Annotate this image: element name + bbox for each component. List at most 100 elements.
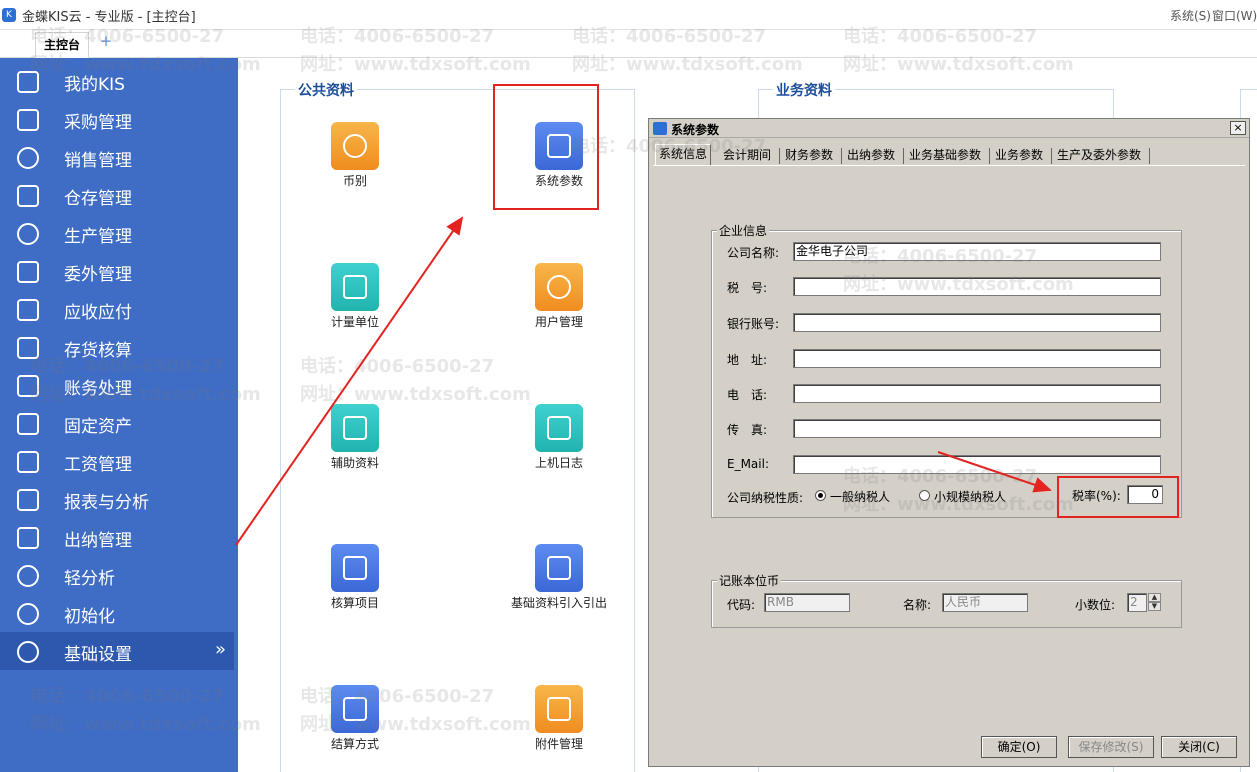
highlight-system-params: [493, 84, 599, 210]
spin-down-icon[interactable]: ▼: [1148, 602, 1161, 611]
tile-aux-data[interactable]: 辅助资料: [300, 404, 410, 484]
chart-icon: [17, 489, 39, 511]
address-field[interactable]: [793, 349, 1161, 368]
clipboard-gear-icon: [535, 544, 583, 592]
sidebar-item-production[interactable]: 生产管理: [0, 214, 234, 252]
expand-icon[interactable]: »: [215, 639, 226, 660]
title-bar: K 金蝶KIS云 - 专业版 - [主控台] 系统(S) 窗口(W): [0, 0, 1257, 30]
sidebar-item-purchase[interactable]: 采购管理: [0, 100, 234, 138]
general-taxpayer-radio[interactable]: [815, 490, 826, 501]
currency-name-field: 人民币: [942, 593, 1028, 612]
sidebar-item-my-kis[interactable]: 我的KIS: [0, 62, 234, 100]
menu-system[interactable]: 系统(S): [1170, 7, 1211, 24]
building-icon: [17, 413, 39, 435]
currency-code-label: 代码:: [727, 598, 756, 612]
close-button[interactable]: 关闭(C): [1161, 736, 1237, 758]
fax-label: 传 真:: [727, 423, 768, 437]
tab-system-info[interactable]: 系统信息: [655, 144, 712, 166]
email-field[interactable]: [793, 455, 1161, 474]
tab-main-console[interactable]: 主控台: [35, 32, 89, 58]
book-star-icon: [331, 404, 379, 452]
sidebar-item-label: 工资管理: [64, 455, 132, 475]
search-house-icon: [17, 337, 39, 359]
tile-currency[interactable]: 币别: [300, 122, 410, 202]
sidebar-item-fixed-assets[interactable]: 固定资产: [0, 404, 234, 442]
company-name-field[interactable]: 金华电子公司: [793, 242, 1161, 261]
menu-window[interactable]: 窗口(W): [1212, 7, 1257, 24]
tile-user-management[interactable]: 用户管理: [504, 263, 614, 343]
highlight-tax-rate: [1057, 476, 1179, 518]
system-params-dialog: 系统参数 × 系统信息 会计期间 财务参数 出纳参数 业务基础参数 业务参数 生…: [648, 118, 1250, 767]
sidebar-item-payroll[interactable]: 工资管理: [0, 442, 234, 480]
tab-separator: [841, 148, 842, 164]
tab-separator: [903, 148, 904, 164]
sidebar-item-receivable-payable[interactable]: 应收应付: [0, 290, 234, 328]
tab-business-params[interactable]: 业务参数: [995, 146, 1043, 165]
sidebar-item-label: 存货核算: [64, 341, 132, 361]
decimals-field: 2: [1127, 593, 1147, 612]
dialog-titlebar[interactable]: 系统参数 ×: [649, 119, 1249, 138]
sidebar-item-label: 生产管理: [64, 227, 132, 247]
tile-import-export[interactable]: 基础资料引入引出: [504, 544, 614, 624]
bank-account-field[interactable]: [793, 313, 1161, 332]
small-taxpayer-radio[interactable]: [919, 490, 930, 501]
sidebar-item-outsourcing[interactable]: 委外管理: [0, 252, 234, 290]
address-label: 地 址:: [727, 353, 768, 367]
add-tab-icon[interactable]: +: [99, 34, 113, 49]
sidebar-item-sales[interactable]: 销售管理: [0, 138, 234, 176]
close-icon[interactable]: ×: [1230, 121, 1246, 135]
sidebar-item-accounting[interactable]: 账务处理: [0, 366, 234, 404]
sidebar-item-reports[interactable]: 报表与分析: [0, 480, 234, 518]
sidebar-item-label: 销售管理: [64, 151, 132, 171]
document-icon: [535, 404, 583, 452]
tax-number-field[interactable]: [793, 277, 1161, 296]
analysis-icon: [17, 565, 39, 587]
tile-attachments[interactable]: 附件管理: [504, 685, 614, 765]
sidebar-item-label: 初始化: [64, 607, 115, 627]
tile-settlement[interactable]: 结算方式: [300, 685, 410, 765]
sidebar-item-warehouse[interactable]: 仓存管理: [0, 176, 234, 214]
sidebar-item-label: 轻分析: [64, 569, 115, 589]
spin-up-icon[interactable]: ▲: [1148, 593, 1161, 602]
general-taxpayer-label: 一般纳税人: [830, 490, 891, 504]
production-icon: [17, 223, 39, 245]
sidebar-item-cashier[interactable]: 出纳管理: [0, 518, 234, 556]
base-currency-title: 记账本位币: [717, 572, 782, 589]
dialog-title: 系统参数: [671, 123, 720, 137]
phone-label: 电 话:: [727, 388, 768, 402]
tile-login-log[interactable]: 上机日志: [504, 404, 614, 484]
sidebar-item-label: 报表与分析: [64, 493, 149, 513]
tile-units[interactable]: 计量单位: [300, 263, 410, 343]
tab-finance-params[interactable]: 财务参数: [785, 146, 833, 165]
tab-separator: [989, 148, 990, 164]
tile-accounting-items[interactable]: 核算项目: [300, 544, 410, 624]
target-icon: [17, 603, 39, 625]
taxpayer-type-label: 公司纳税性质:: [727, 491, 804, 505]
app-logo-icon: K: [2, 8, 16, 22]
phone-field[interactable]: [793, 384, 1161, 403]
sidebar-item-initialization[interactable]: 初始化: [0, 594, 234, 632]
decimals-label: 小数位:: [1075, 598, 1116, 612]
sidebar-item-label: 采购管理: [64, 113, 132, 133]
sidebar-item-basic-settings[interactable]: 基础设置 »: [0, 632, 234, 670]
fax-field[interactable]: [793, 419, 1161, 438]
tab-accounting-period[interactable]: 会计期间: [723, 146, 771, 165]
ok-button[interactable]: 确定(O): [981, 736, 1057, 758]
tab-business-basic-params[interactable]: 业务基础参数: [909, 146, 981, 165]
sidebar-item-label: 委外管理: [64, 265, 132, 285]
save-changes-button[interactable]: 保存修改(S): [1068, 736, 1154, 758]
tab-cashier-params[interactable]: 出纳参数: [847, 146, 895, 165]
tab-separator: [1051, 148, 1052, 164]
tab-production-params[interactable]: 生产及委外参数: [1057, 146, 1141, 165]
company-info-group: [711, 230, 1182, 518]
sidebar-item-label: 我的KIS: [64, 75, 125, 95]
sidebar-item-label: 账务处理: [64, 379, 132, 399]
sidebar-item-inventory-costing[interactable]: 存货核算: [0, 328, 234, 366]
tile-label: 币别: [342, 174, 367, 188]
ruler-icon: [331, 263, 379, 311]
sidebar-item-light-analysis[interactable]: 轻分析: [0, 556, 234, 594]
settlement-icon: [331, 685, 379, 733]
currency-name-label: 名称:: [903, 598, 932, 612]
company-info-title: 企业信息: [717, 222, 770, 239]
tab-separator: [1149, 148, 1150, 164]
